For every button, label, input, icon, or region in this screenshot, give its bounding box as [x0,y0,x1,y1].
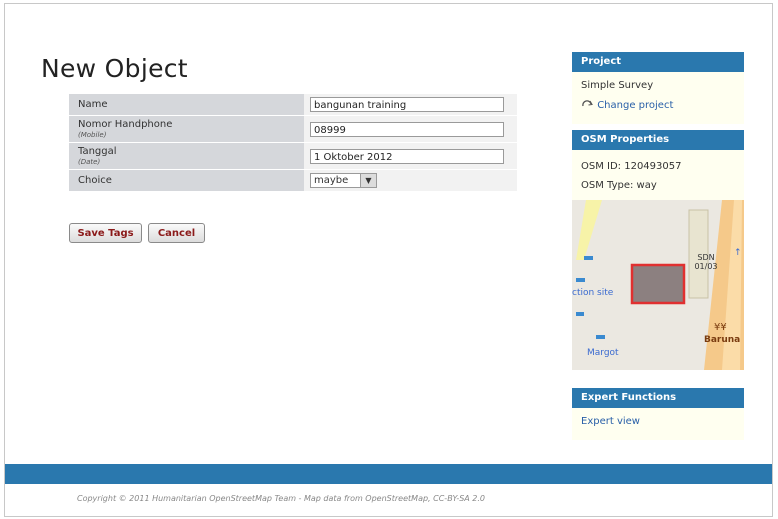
copyright-text: Copyright © 2011 Humanitarian OpenStreet… [77,494,486,503]
field-label: Nomor Handphone [78,119,173,130]
chevron-down-icon[interactable]: ▼ [360,174,376,187]
name-input[interactable]: bangunan training [310,97,504,112]
field-label: Choice [78,175,112,186]
form-label-cell: Choice [69,169,304,192]
form-label-cell: Nomor Handphone (Mobile) [69,115,304,143]
expert-box: Expert view [572,408,744,440]
field-label: Tanggal [78,146,117,157]
expert-functions-heading: Expert Functions [572,388,744,408]
project-box: Simple Survey Change project [572,72,744,124]
sidebar: Project Simple Survey Change project OSM… [572,52,744,440]
date-input[interactable]: 1 Oktober 2012 [310,148,504,164]
form-row-name: Name bangunan training [69,94,517,116]
map-label: Baruna [704,335,741,345]
form-row-mobile: Nomor Handphone (Mobile) 08999 [69,115,517,143]
map-view[interactable]: ↑ ¥¥ SDN 01/03 ction site Margot Baruna [572,200,744,370]
osm-properties-box: OSM ID: 120493057 OSM Type: way [572,150,744,200]
expert-view-link[interactable]: Expert view [581,416,640,427]
page-title: New Object [41,54,188,83]
field-label: Name [78,99,108,110]
change-project-row[interactable]: Change project [581,100,735,112]
mobile-input[interactable]: 08999 [310,121,504,137]
form-label-cell: Tanggal (Date) [69,142,304,170]
choice-select[interactable]: maybe ▼ [310,173,377,188]
change-icon [582,100,593,107]
save-tags-button[interactable]: Save Tags [69,223,142,243]
form-label-cell: Name [69,94,304,116]
page-frame: New Object Name bangunan training Nomor … [4,3,773,517]
project-name: Simple Survey [581,80,654,91]
form-value-cell: maybe ▼ [304,169,517,192]
form-row-choice: Choice maybe ▼ [69,169,517,192]
osm-id: OSM ID: 120493057 [581,161,682,172]
map-arrow: ↑ [734,248,742,258]
map-label: Margot [587,348,619,358]
object-form: Name bangunan training Nomor Handphone (… [69,94,517,192]
cancel-button[interactable]: Cancel [148,223,205,243]
map-label: SDN 01/03 [694,253,718,271]
osm-type: OSM Type: way [581,180,657,191]
project-heading: Project [572,52,744,72]
field-sublabel: (Mobile) [78,131,107,139]
restaurant-icon: ¥¥ [714,322,727,333]
choice-selected-value: maybe [314,175,349,186]
form-row-date: Tanggal (Date) 1 Oktober 2012 [69,142,517,170]
map-label: ction site [572,288,614,298]
osm-properties-heading: OSM Properties [572,130,744,150]
form-value-cell: 1 Oktober 2012 [304,142,517,170]
form-value-cell: 08999 [304,115,517,143]
change-project-link[interactable]: Change project [597,100,673,111]
footer-bar [5,464,772,484]
form-value-cell: bangunan training [304,94,517,116]
field-sublabel: (Date) [78,158,101,166]
